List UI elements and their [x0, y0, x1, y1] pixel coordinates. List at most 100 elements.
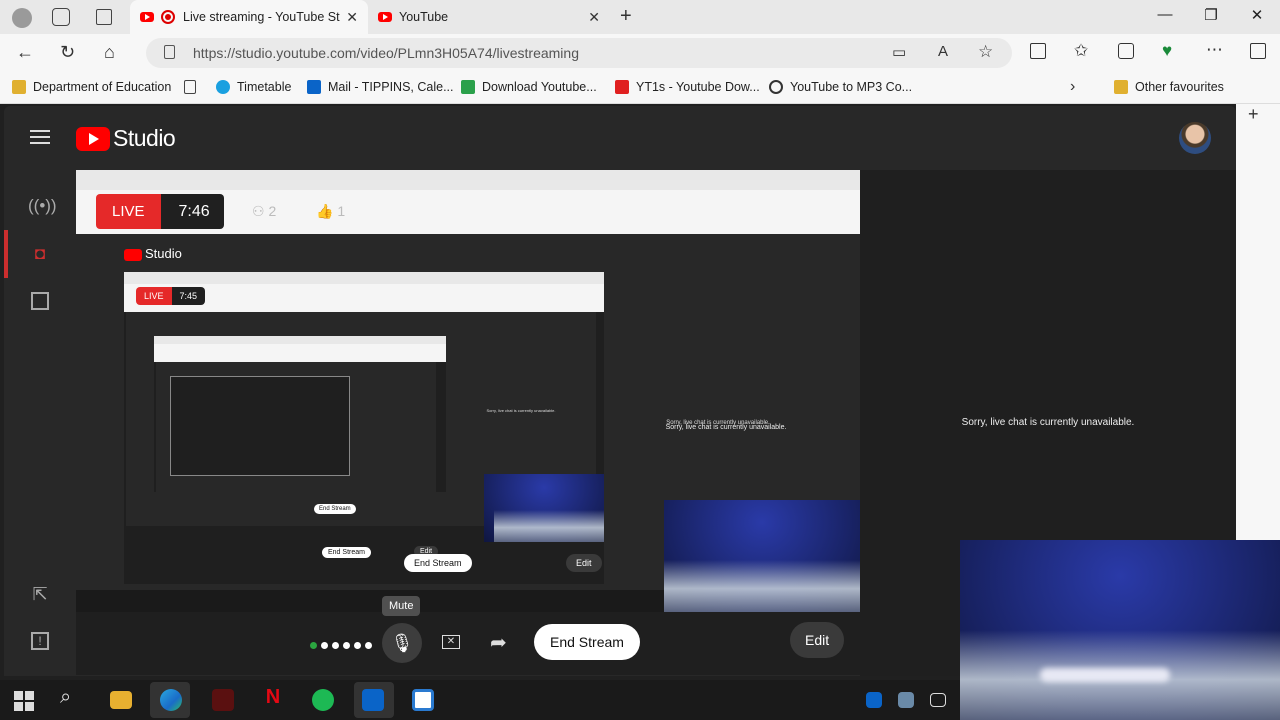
stream-preview: Studio Sorry, live chat is currently una…	[76, 170, 860, 675]
folder-icon	[1114, 80, 1128, 94]
live-badge: LIVE	[96, 194, 161, 229]
youtube-logo-icon	[76, 126, 110, 151]
netflix-icon[interactable]: N	[262, 686, 284, 708]
favourites-icon[interactable]: ✩	[1074, 41, 1088, 61]
outlook-icon[interactable]	[362, 689, 384, 711]
bookmark-yt1s[interactable]: YT1s - Youtube Dow...	[615, 80, 760, 94]
nested-preview-3	[154, 336, 446, 492]
youtube-favicon-icon	[140, 12, 154, 22]
like-count: 👍 1	[316, 203, 346, 219]
end-stream-button[interactable]: End Stream	[534, 624, 640, 660]
more-menu-icon[interactable]: ⋯	[1206, 40, 1223, 60]
collections-icon[interactable]	[1118, 43, 1134, 59]
spotify-icon[interactable]	[312, 689, 334, 711]
tab-title: YouTube	[399, 10, 449, 24]
bookmark-page[interactable]	[184, 80, 203, 94]
screen: Live streaming - YouTube St ✕ YouTube ✕ …	[0, 0, 1280, 720]
page-icon	[184, 80, 196, 94]
bookmark-department-of-education[interactable]: Department of Education	[12, 80, 171, 94]
bookmark-youtube-to-mp3[interactable]: YouTube to MP3 Co...	[769, 80, 912, 94]
back-icon[interactable]: ←	[16, 42, 34, 63]
game-app-icon[interactable]	[212, 689, 234, 711]
omnibox[interactable]: https://studio.youtube.com/video/PLmn3H0…	[146, 38, 1012, 68]
calendar-icon[interactable]	[31, 292, 49, 310]
chevron-right-icon[interactable]: ›	[1070, 78, 1075, 96]
nested-tab-bar	[124, 272, 604, 284]
address-bar-row: ← ↻ ⌂ https://studio.youtube.com/video/P…	[0, 34, 1280, 72]
nested-chat-message: Sorry, live chat is currently unavailabl…	[665, 424, 787, 431]
mute-button[interactable]: 🎙	[382, 623, 422, 663]
external-link-icon[interactable]: ⇱	[28, 584, 52, 608]
timetable-icon	[216, 80, 230, 94]
bookmarks-bar: Department of Education Timetable Mail -…	[0, 72, 1280, 104]
close-tab-icon[interactable]: ✕	[588, 9, 600, 26]
elapsed-time: 7:46	[160, 194, 224, 229]
yt1s-icon	[615, 80, 629, 94]
audio-level-indicator	[310, 642, 372, 649]
new-tab-icon[interactable]: +	[620, 5, 632, 28]
camera-icon[interactable]: ◘	[28, 244, 52, 268]
stream-controls: 🎙 ✕ ➦ End Stream Edit	[76, 614, 860, 676]
download-icon	[461, 80, 475, 94]
edit-button[interactable]: Edit	[790, 622, 845, 658]
restore-icon[interactable]: ❐	[1196, 6, 1226, 24]
split-screen-icon[interactable]	[1030, 43, 1046, 59]
minimize-icon[interactable]: —	[1150, 6, 1180, 23]
recording-icon	[161, 10, 175, 24]
windows-start-icon[interactable]	[14, 689, 36, 711]
menu-icon[interactable]	[30, 130, 50, 144]
sidebar-toggle-icon[interactable]	[1250, 43, 1266, 59]
bookmark-download-youtube[interactable]: Download Youtube...	[461, 80, 597, 94]
viewer-count: ⚇ 2	[252, 203, 277, 219]
studio-logo[interactable]: Studio	[76, 125, 176, 152]
close-window-icon[interactable]: ✕	[1242, 6, 1272, 24]
browser-essentials-icon[interactable]: ♥	[1162, 41, 1172, 61]
url-text[interactable]: https://studio.youtube.com/video/PLmn3H0…	[193, 45, 579, 61]
close-tab-icon[interactable]: ✕	[346, 9, 358, 26]
screen-share-button[interactable]: ✕	[442, 635, 460, 649]
mp3-converter-icon	[769, 80, 783, 94]
bookmark-other-favourites[interactable]: Other favourites	[1114, 80, 1224, 94]
tray-app-icon[interactable]	[898, 692, 914, 708]
tab-actions-icon[interactable]	[96, 9, 112, 25]
lock-icon	[164, 45, 175, 59]
home-icon[interactable]: ⌂	[104, 42, 115, 63]
profile-icon[interactable]	[12, 8, 32, 28]
refresh-icon[interactable]: ↻	[60, 42, 75, 63]
outlook-icon	[307, 80, 321, 94]
webcam-overlay	[960, 540, 1280, 720]
share-button[interactable]: ➦	[490, 630, 507, 655]
nested-end-stream: End Stream	[314, 504, 356, 514]
edge-icon[interactable]	[160, 689, 182, 711]
nested-live-pill: LIVE 7:45	[136, 287, 206, 305]
nested-camera-feed	[484, 474, 604, 542]
favourite-star-icon[interactable]: ☆	[978, 42, 993, 62]
tray-outlook-icon[interactable]	[866, 692, 882, 708]
nested-studio-logo: Studio	[124, 246, 182, 261]
preview-camera-feed	[664, 500, 860, 612]
folder-icon	[12, 80, 26, 94]
workspaces-icon[interactable]	[52, 8, 70, 26]
search-icon[interactable]: ⌕	[60, 686, 82, 708]
store-icon[interactable]	[412, 689, 434, 711]
nested-edit: Edit	[566, 554, 602, 572]
nested-address-bar	[154, 344, 446, 362]
live-status-pill: LIVE 7:46	[96, 194, 224, 229]
nested-chat-message: Sorry, live chat is currently unavailabl…	[486, 408, 556, 413]
file-explorer-icon[interactable]	[110, 691, 132, 709]
mute-tooltip: Mute	[382, 596, 421, 616]
read-aloud-icon[interactable]: A	[938, 43, 948, 60]
tab-youtube[interactable]: YouTube ✕	[370, 0, 610, 34]
tray-display-icon[interactable]	[930, 693, 946, 707]
bookmark-timetable[interactable]: Timetable	[216, 80, 291, 94]
feedback-icon[interactable]: !	[31, 632, 49, 650]
tab-live-streaming[interactable]: Live streaming - YouTube St ✕	[130, 0, 368, 34]
account-avatar[interactable]	[1179, 122, 1211, 154]
add-sidebar-icon[interactable]: +	[1248, 104, 1259, 125]
nested-end-stream: End Stream	[322, 547, 371, 558]
bookmark-mail[interactable]: Mail - TIPPINS, Cale...	[307, 80, 454, 94]
camera-permission-icon[interactable]: ▭	[892, 43, 906, 61]
nested-preview-4	[170, 376, 350, 476]
live-broadcast-icon[interactable]: ((•))	[28, 196, 57, 220]
nested-tab-bar	[76, 170, 860, 190]
